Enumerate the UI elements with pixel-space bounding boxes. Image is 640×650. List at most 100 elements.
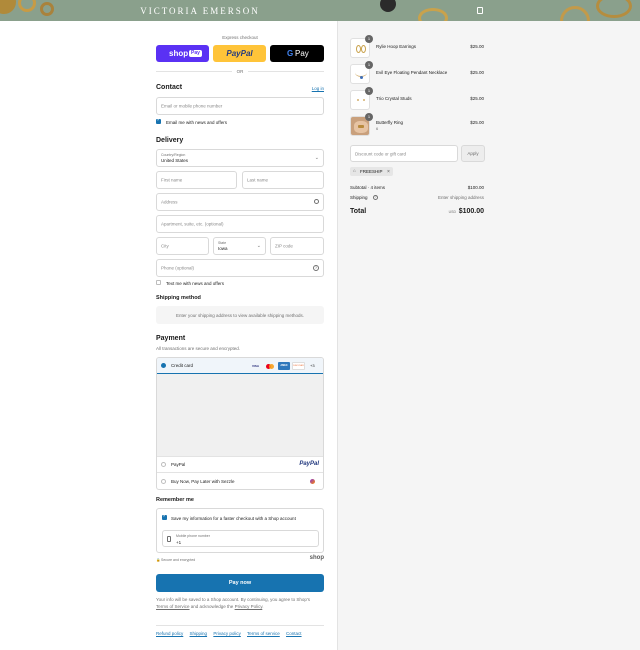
last-name-placeholder: Last name	[247, 177, 269, 183]
save-info-checkbox[interactable]	[162, 513, 167, 520]
state-select[interactable]: State Iowa ⌄	[213, 237, 266, 255]
credit-card-radio[interactable]	[161, 363, 166, 368]
apartment-field[interactable]: Apartment, suite, etc. (optional)	[156, 215, 324, 233]
paypal-radio[interactable]	[161, 462, 166, 467]
zip-field[interactable]: ZIP code	[270, 237, 324, 255]
discover-icon: DISCOVER	[292, 362, 305, 370]
discount-tag: ⌂ FREESHIP ×	[350, 167, 393, 176]
address-field[interactable]: Address	[156, 193, 324, 211]
google-pay-button[interactable]: G Pay	[270, 45, 324, 62]
credit-card-option[interactable]: Credit card VISA AMEX DISCOVER +3	[157, 358, 323, 374]
subtotal-value: $100.00	[467, 185, 484, 190]
shop-pay-logo: shop	[169, 49, 189, 58]
help-icon[interactable]: ?	[313, 265, 319, 271]
quantity-badge: 1	[365, 61, 373, 69]
paypal-logo: PayPal	[226, 49, 253, 58]
paypal-logo: PayPal	[299, 461, 319, 467]
remember-me-heading: Remember me	[156, 497, 194, 503]
search-icon	[314, 199, 319, 204]
phone-field[interactable]: Phone (optional) ?	[156, 259, 324, 277]
cart-item: 1 Butterfly Ring 6	[350, 113, 487, 137]
text-offers-checkbox[interactable]	[156, 280, 161, 285]
cart-item: 1 Evil Eye Floating Pendant Necklace	[350, 61, 487, 85]
sezzle-icon	[310, 479, 315, 484]
save-info-label: Save my information for a faster checkou…	[171, 515, 296, 521]
shopping-bag-icon[interactable]	[477, 7, 483, 14]
city-placeholder: City	[161, 243, 169, 249]
brand-logo[interactable]: VICTORIA EMERSON	[0, 6, 400, 16]
contact-link[interactable]: Contact	[286, 631, 302, 636]
legal-line: Your info will be saved to a Shop accoun…	[156, 597, 311, 602]
contact-heading: Contact	[156, 84, 183, 91]
lock-icon: 🔒	[156, 557, 161, 562]
card-form-area[interactable]	[157, 374, 323, 456]
pay-now-button[interactable]: Pay now	[156, 574, 324, 592]
total-value: $100.00	[458, 208, 484, 215]
item-name: Trio Crystal Studs	[376, 96, 412, 101]
quantity-badge: 1	[365, 87, 373, 95]
city-field[interactable]: City	[156, 237, 209, 255]
paypal-option-label: PayPal	[171, 462, 186, 467]
footer-links: Refund policy Shipping Privacy policy Te…	[156, 631, 302, 636]
text-offers-label: Text me with news and offers	[166, 280, 224, 286]
country-select[interactable]: Country/Region United States ⌄	[156, 149, 324, 167]
address-placeholder: Address	[161, 199, 178, 205]
header-bg-jewelry	[560, 6, 590, 21]
paypal-option[interactable]: PayPal PayPal	[157, 456, 323, 472]
chevron-down-icon: ⌄	[256, 243, 261, 249]
item-price: $25.00	[470, 70, 484, 75]
phone-icon	[167, 536, 171, 542]
first-name-field[interactable]: First name	[156, 171, 237, 189]
apartment-placeholder: Apartment, suite, etc. (optional)	[161, 221, 224, 227]
mobile-phone-field[interactable]: Mobile phone number +1	[162, 530, 319, 547]
sezzle-option[interactable]: Buy Now, Pay Later with Sezzle	[157, 472, 323, 489]
item-name: Rylie Hoop Earrings	[376, 44, 417, 49]
apply-discount-button[interactable]: Apply	[461, 145, 485, 162]
item-variant: 6	[376, 126, 379, 131]
privacy-link[interactable]: Privacy Policy	[235, 604, 263, 609]
google-pay-label: Pay	[295, 49, 309, 58]
terms-link[interactable]: Terms of Service	[156, 604, 190, 609]
total-label: Total	[350, 208, 367, 215]
paypal-express-button[interactable]: PayPal	[213, 45, 266, 62]
shop-pay-badge: Pay	[189, 50, 202, 57]
email-field[interactable]: Email or mobile phone number	[156, 97, 324, 115]
item-price: $25.00	[470, 120, 484, 125]
item-price: $25.00	[470, 96, 484, 101]
header-bg-jewelry	[418, 8, 448, 21]
news-checkbox-label: Email me with news and offers	[166, 119, 227, 125]
chevron-down-icon: ⌄	[314, 155, 319, 161]
quantity-badge: 1	[365, 113, 373, 121]
shop-pay-button[interactable]: shop Pay	[156, 45, 209, 62]
last-name-field[interactable]: Last name	[242, 171, 324, 189]
news-checkbox[interactable]	[156, 117, 161, 124]
secure-text: Secure and encrypted	[161, 558, 196, 562]
terms-of-service-link[interactable]: Terms of service	[247, 631, 280, 636]
state-label: State	[218, 241, 227, 245]
legal-line: and acknowledge the	[190, 603, 234, 609]
cart-item: 1 Rylie Hoop Earrings	[350, 35, 487, 59]
cart-item: 1 Trio Crystal Studs	[350, 87, 487, 111]
payment-subtitle: All transactions are secure and encrypte…	[156, 346, 241, 351]
mastercard-icon	[265, 363, 275, 369]
mobile-phone-label: Mobile phone number	[176, 534, 210, 538]
login-link[interactable]: Log in	[312, 86, 324, 91]
payment-methods: Credit card VISA AMEX DISCOVER +3 PayPal…	[156, 357, 324, 490]
help-icon[interactable]: ?	[373, 194, 378, 200]
remove-discount-icon[interactable]: ×	[387, 169, 390, 175]
sezzle-radio[interactable]	[161, 479, 166, 484]
refund-policy-link[interactable]: Refund policy	[156, 631, 183, 636]
divider	[248, 71, 324, 72]
shipping-link[interactable]: Shipping	[190, 631, 208, 636]
site-header: VICTORIA EMERSON	[0, 0, 640, 21]
payment-heading: Payment	[156, 335, 186, 342]
privacy-policy-link[interactable]: Privacy policy	[213, 631, 241, 636]
apply-label: Apply	[467, 151, 479, 156]
more-cards-badge: +3	[310, 363, 315, 368]
discount-code-field[interactable]: Discount code or gift card	[350, 145, 458, 162]
shipping-label: Shipping	[350, 195, 368, 200]
zip-placeholder: ZIP code	[275, 243, 293, 249]
shipping-value: Enter shipping address	[437, 195, 484, 200]
shop-logo: shop	[309, 555, 324, 561]
sezzle-option-label: Buy Now, Pay Later with Sezzle	[171, 479, 235, 484]
